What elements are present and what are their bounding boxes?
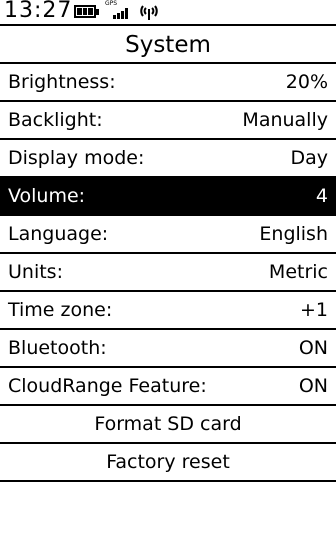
setting-label: CloudRange Feature: (8, 375, 207, 397)
factory-reset-button[interactable]: Factory reset (0, 444, 336, 482)
setting-units[interactable]: Units: Metric (0, 254, 336, 292)
setting-label: Bluetooth: (8, 337, 107, 359)
antenna-icon (140, 5, 158, 20)
setting-brightness[interactable]: Brightness: 20% (0, 64, 336, 102)
action-label: Factory reset (106, 451, 230, 473)
setting-value: Day (290, 147, 328, 169)
setting-language[interactable]: Language: English (0, 216, 336, 254)
setting-bluetooth[interactable]: Bluetooth: ON (0, 330, 336, 368)
battery-icon (74, 5, 96, 18)
setting-time-zone[interactable]: Time zone: +1 (0, 292, 336, 330)
setting-value: Metric (268, 261, 328, 283)
page-title: System (0, 26, 336, 64)
setting-volume[interactable]: Volume: 4 (0, 178, 336, 216)
format-sd-card-button[interactable]: Format SD card (0, 406, 336, 444)
setting-label: Volume: (8, 185, 86, 207)
gps-label: GPS (105, 0, 118, 7)
setting-value: ON (298, 375, 328, 397)
action-label: Format SD card (94, 413, 242, 435)
clock: 13:27 (4, 0, 73, 23)
setting-label: Time zone: (8, 299, 113, 321)
setting-label: Brightness: (8, 71, 116, 93)
setting-cloudrange-feature[interactable]: CloudRange Feature: ON (0, 368, 336, 406)
status-bar: 13:27 GPS (0, 0, 336, 26)
setting-value: English (259, 223, 328, 245)
gps-signal-icon (113, 8, 128, 19)
setting-value: ON (298, 337, 328, 359)
setting-label: Backlight: (8, 109, 103, 131)
setting-label: Display mode: (8, 147, 145, 169)
setting-label: Units: (8, 261, 63, 283)
setting-value: Manually (242, 109, 328, 131)
setting-label: Language: (8, 223, 109, 245)
setting-backlight[interactable]: Backlight: Manually (0, 102, 336, 140)
setting-value: +1 (299, 299, 328, 321)
setting-value: 20% (285, 71, 328, 93)
setting-display-mode[interactable]: Display mode: Day (0, 140, 336, 178)
battery-tip (96, 9, 99, 15)
setting-value: 4 (315, 185, 328, 207)
